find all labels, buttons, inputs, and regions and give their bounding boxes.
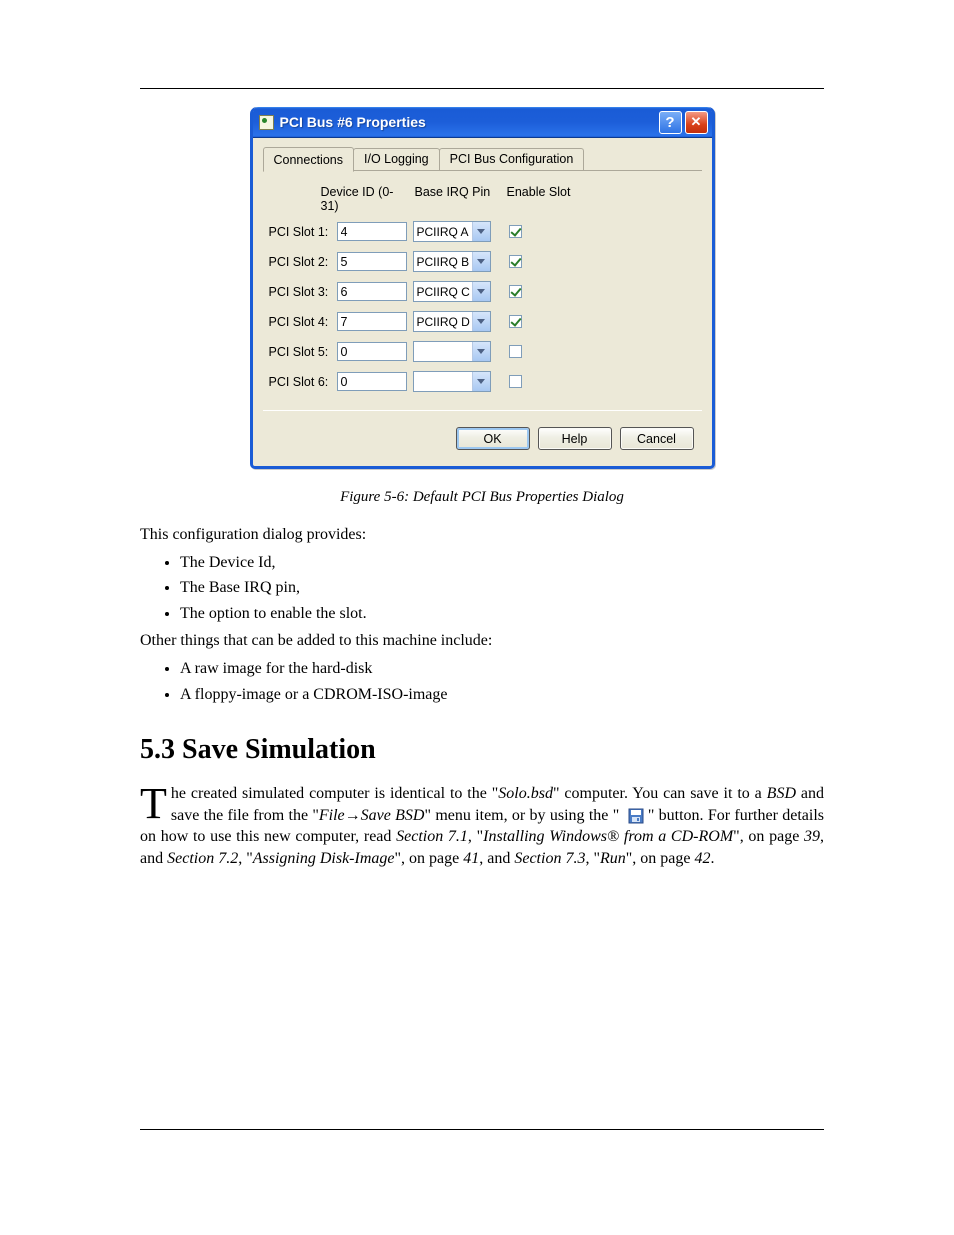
cancel-button[interactable]: Cancel — [620, 427, 694, 450]
dialog-title: PCI Bus #6 Properties — [280, 114, 426, 130]
slot-label: PCI Slot 3: — [269, 285, 331, 299]
bullet-list-2: A raw image for the hard-disk A floppy-i… — [180, 658, 824, 705]
chevron-down-icon[interactable] — [472, 252, 490, 271]
chevron-down-icon[interactable] — [472, 312, 490, 331]
menu-save-bsd: Save BSD — [361, 807, 425, 824]
ok-button[interactable]: OK — [456, 427, 530, 450]
device-id-input[interactable] — [337, 282, 407, 301]
slot-label: PCI Slot 1: — [269, 225, 331, 239]
ref-page-1: 39 — [804, 828, 820, 845]
pci-slot-row: PCI Slot 5: — [269, 341, 702, 362]
dropcap: T — [140, 783, 171, 821]
enable-slot-checkbox[interactable] — [509, 225, 522, 238]
ref-page-3: 42 — [694, 850, 710, 867]
top-rule — [140, 88, 824, 89]
close-icon[interactable]: ✕ — [685, 111, 708, 134]
list-item: A floppy-image or a CDROM-ISO-image — [180, 684, 824, 706]
pci-slot-row: PCI Slot 4: PCIIRQ D — [269, 311, 702, 332]
ref-section-7-1: Section 7.1 — [396, 828, 468, 845]
tab-io-logging[interactable]: I/O Logging — [353, 148, 440, 170]
tab-pci-bus-config[interactable]: PCI Bus Configuration — [439, 148, 585, 170]
menu-file: File — [319, 807, 345, 824]
section-heading: 5.3 Save Simulation — [140, 731, 824, 769]
section-paragraph: T he created simulated computer is ident… — [140, 783, 824, 869]
chevron-down-icon[interactable] — [472, 222, 490, 241]
slot-label: PCI Slot 5: — [269, 345, 331, 359]
device-id-input[interactable] — [337, 342, 407, 361]
irq-dropdown[interactable]: PCIIRQ D — [413, 311, 491, 332]
irq-dropdown[interactable]: PCIIRQ B — [413, 251, 491, 272]
list-item: A raw image for the hard-disk — [180, 658, 824, 680]
pci-slot-row: PCI Slot 1: PCIIRQ A — [269, 221, 702, 242]
list-item: The Device Id, — [180, 552, 824, 574]
slot-label: PCI Slot 2: — [269, 255, 331, 269]
extra-line: Other things that can be added to this m… — [140, 630, 824, 652]
chevron-down-icon[interactable] — [472, 342, 490, 361]
pci-slot-row: PCI Slot 3: PCIIRQ C — [269, 281, 702, 302]
enable-slot-checkbox[interactable] — [509, 375, 522, 388]
save-icon — [628, 808, 644, 824]
irq-dropdown[interactable] — [413, 371, 491, 392]
chevron-down-icon[interactable] — [472, 372, 490, 391]
irq-dropdown[interactable]: PCIIRQ A — [413, 221, 491, 242]
pci-slot-row: PCI Slot 6: — [269, 371, 702, 392]
footer-rule — [140, 1129, 824, 1130]
list-item: The option to enable the slot. — [180, 603, 824, 625]
chevron-down-icon[interactable] — [472, 282, 490, 301]
slot-label: PCI Slot 4: — [269, 315, 331, 329]
ref-title-3: Run — [600, 850, 626, 867]
titlebar: PCI Bus #6 Properties ? ✕ — [253, 107, 712, 138]
enable-slot-checkbox[interactable] — [509, 315, 522, 328]
enable-slot-checkbox[interactable] — [509, 255, 522, 268]
col-enable-slot: Enable Slot — [507, 185, 587, 213]
irq-dropdown[interactable]: PCIIRQ C — [413, 281, 491, 302]
irq-dropdown[interactable] — [413, 341, 491, 362]
enable-slot-checkbox[interactable] — [509, 285, 522, 298]
device-id-input[interactable] — [337, 252, 407, 271]
enable-slot-checkbox[interactable] — [509, 345, 522, 358]
ref-section-7-2: Section 7.2 — [167, 850, 238, 867]
list-item: The Base IRQ pin, — [180, 577, 824, 599]
ref-section-7-3: Section 7.3 — [514, 850, 585, 867]
ref-title-2: Assigning Disk-Image — [253, 850, 395, 867]
column-headers: Device ID (0-31) Base IRQ Pin Enable Slo… — [321, 185, 702, 213]
intro-text: This configuration dialog provides: — [140, 524, 824, 546]
figure-caption: Figure 5-6: Default PCI Bus Properties D… — [140, 489, 824, 506]
ref-page-2: 41 — [463, 850, 479, 867]
device-id-input[interactable] — [337, 312, 407, 331]
tab-connections[interactable]: Connections — [263, 147, 355, 172]
bullet-list-1: The Device Id, The Base IRQ pin, The opt… — [180, 552, 824, 625]
dialog-icon — [259, 115, 274, 130]
pci-slot-row: PCI Slot 2: PCIIRQ B — [269, 251, 702, 272]
help-icon[interactable]: ? — [659, 111, 682, 134]
col-device-id: Device ID (0-31) — [321, 185, 409, 213]
dialog-window: PCI Bus #6 Properties ? ✕ Connections I/… — [250, 107, 715, 469]
device-id-input[interactable] — [337, 372, 407, 391]
help-button[interactable]: Help — [538, 427, 612, 450]
link-solo-bsd: Solo.bsd — [498, 785, 553, 802]
col-base-irq: Base IRQ Pin — [415, 185, 501, 213]
ref-title-1: Installing Windows® from a CD-ROM — [483, 828, 733, 845]
tab-bar: Connections I/O Logging PCI Bus Configur… — [263, 146, 702, 171]
device-id-input[interactable] — [337, 222, 407, 241]
link-bsd: BSD — [767, 785, 796, 802]
slot-label: PCI Slot 6: — [269, 375, 331, 389]
